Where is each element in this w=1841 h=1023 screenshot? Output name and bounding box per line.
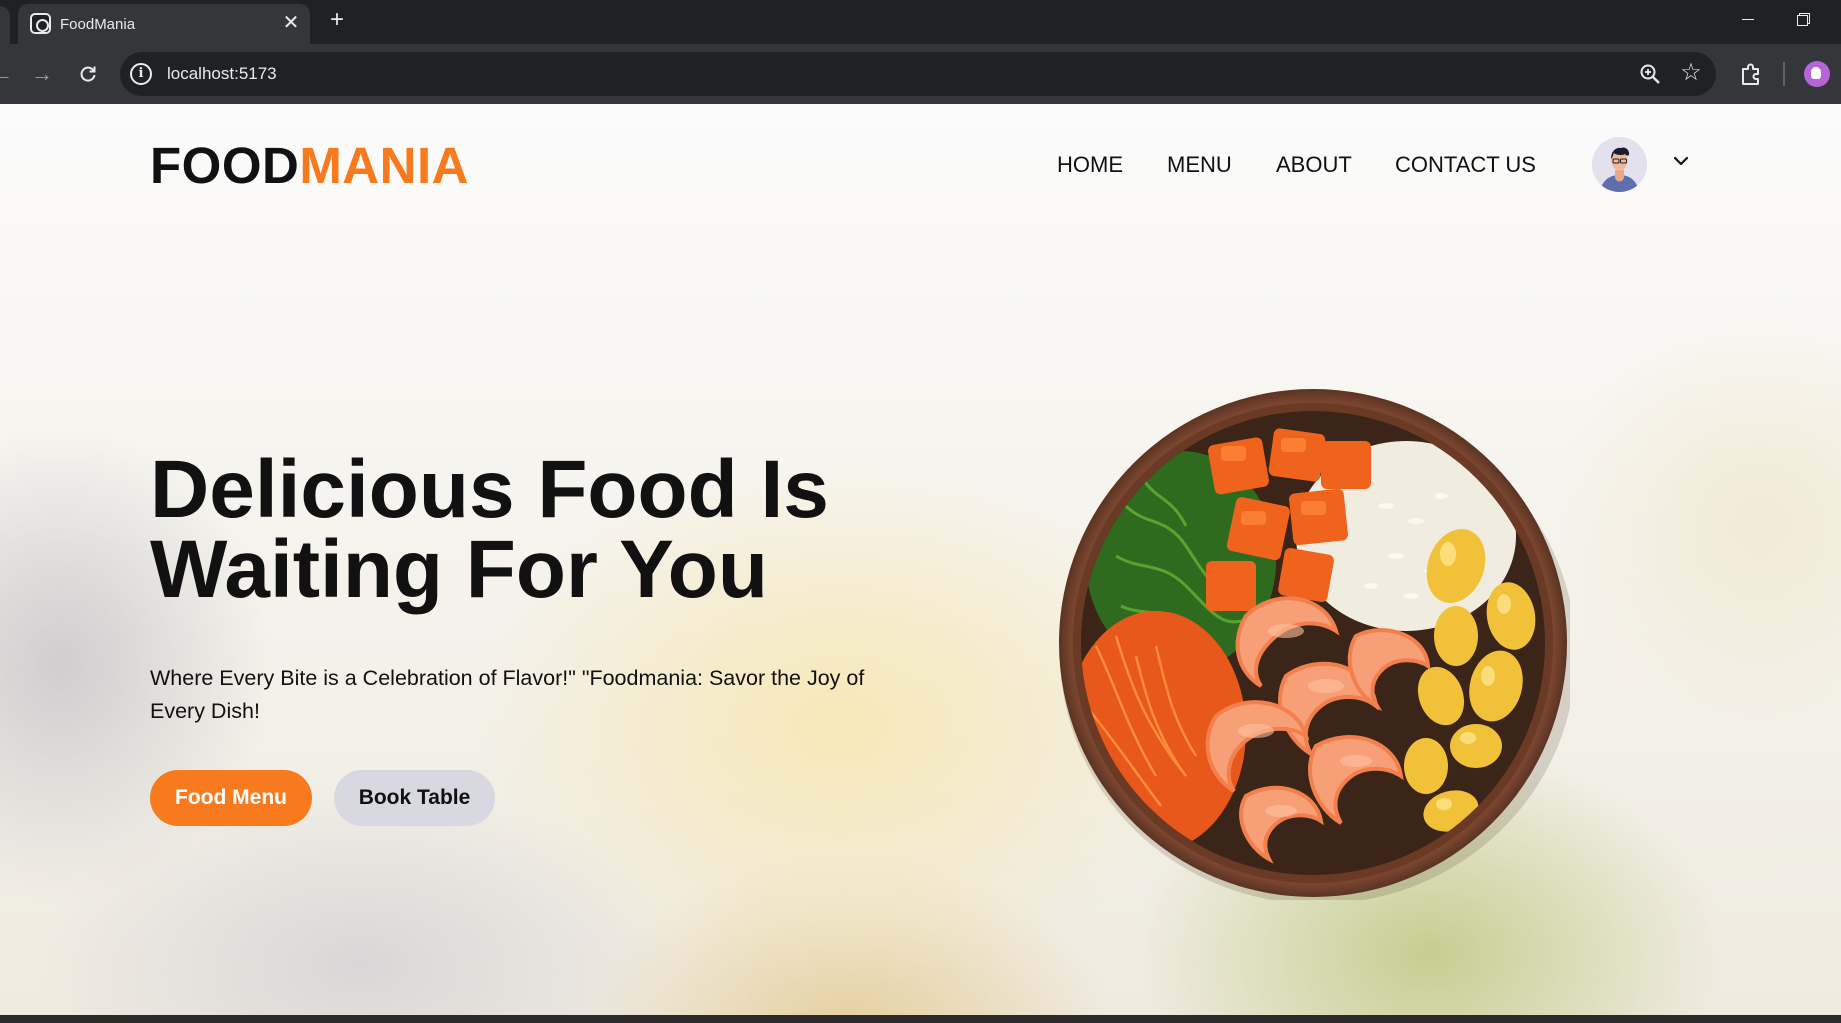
book-table-button[interactable]: Book Table [334, 770, 495, 826]
logo-text-mania: MANIA [299, 137, 469, 194]
user-avatar[interactable] [1592, 137, 1647, 192]
address-bar[interactable]: i localhost:5173 ☆ [120, 52, 1716, 96]
nav-menu-link[interactable]: MENU [1167, 152, 1232, 178]
previous-tab-edge[interactable] [0, 6, 10, 44]
tab-title: FoodMania [60, 16, 136, 33]
nav-contact-link[interactable]: CONTACT US [1395, 152, 1536, 178]
bookmark-star-icon[interactable]: ☆ [1677, 59, 1705, 87]
reload-icon[interactable] [74, 60, 102, 88]
web-page: FOODMANIA HOME MENU ABOUT CONTACT US Del… [0, 104, 1841, 1015]
bottom-edge-bar [0, 1015, 1841, 1023]
hero-subtitle: Where Every Bite is a Celebration of Fla… [150, 666, 865, 723]
toolbar-divider [1783, 62, 1785, 86]
browser-toolbar: ← → i localhost:5173 ☆ [0, 44, 1841, 104]
user-avatar-illustration [1592, 137, 1647, 192]
url-text[interactable]: localhost:5173 [167, 64, 277, 84]
food-bowl-image [1059, 389, 1570, 900]
nav-home-link[interactable]: HOME [1057, 152, 1123, 178]
restore-window-icon[interactable] [1792, 8, 1814, 30]
close-tab-icon[interactable]: ✕ [280, 12, 302, 34]
account-dropdown-chevron-icon[interactable] [1668, 148, 1694, 174]
site-info-icon[interactable]: i [130, 63, 152, 85]
zoom-icon[interactable] [1638, 62, 1662, 86]
browser-profile-icon[interactable] [1804, 61, 1830, 87]
hero-title: Delicious Food Is Waiting For You [150, 444, 829, 615]
tab-favicon-icon [30, 13, 51, 34]
food-menu-button[interactable]: Food Menu [150, 770, 312, 826]
extensions-icon[interactable] [1737, 60, 1765, 88]
browser-tab[interactable]: FoodMania ✕ [18, 4, 310, 44]
new-tab-plus-icon[interactable]: + [324, 7, 350, 33]
site-logo[interactable]: FOODMANIA [150, 136, 469, 195]
logo-text-food: FOOD [150, 137, 300, 194]
forward-arrow-icon[interactable]: → [28, 60, 56, 88]
minimize-window-icon[interactable] [1737, 8, 1759, 30]
nav-about-link[interactable]: ABOUT [1276, 152, 1352, 178]
browser-tab-bar: FoodMania ✕ + [0, 0, 1841, 44]
back-arrow-icon[interactable]: ← [0, 60, 16, 88]
